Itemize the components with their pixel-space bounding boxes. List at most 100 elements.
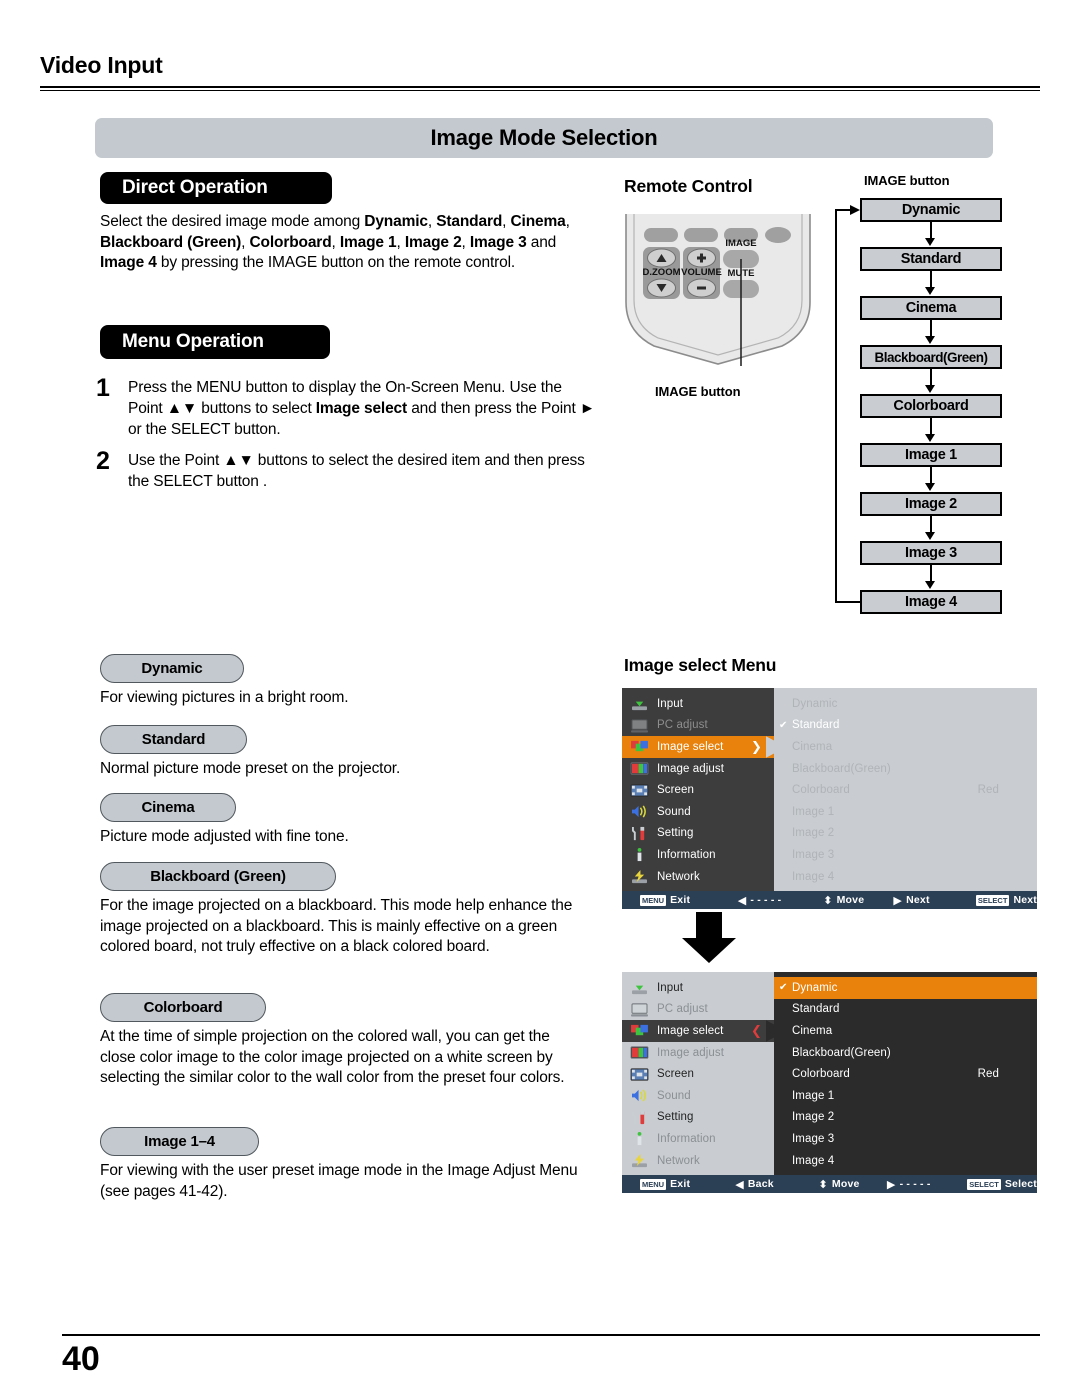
emphasis-text: Image 2 (404, 233, 462, 251)
osd-sidebar-item-pc-adjust[interactable]: PC adjust (622, 715, 774, 737)
svg-text:VOLUME: VOLUME (681, 267, 722, 278)
osd-option-label: Dynamic (792, 981, 838, 994)
osd-sidebar[interactable]: Input PC adjust Image select ❮ Image adjust S… (622, 972, 775, 1175)
osd-sidebar-chevron-icon: ❮ (751, 1023, 762, 1039)
osd-option-label: Image 2 (792, 827, 835, 840)
input-icon (632, 697, 647, 711)
osd-option-blackboard-green[interactable]: Blackboard(Green) (774, 758, 1037, 780)
osd-item-panel[interactable]: Dynamic ✔ Standard Cinema Blackboard(Green) C… (774, 688, 1037, 891)
icon-wrap (630, 1023, 649, 1038)
step-number: 1 (96, 374, 110, 402)
osd-sidebar-label: PC adjust (657, 719, 708, 732)
emphasis-text: Colorboard (249, 233, 332, 251)
icon-wrap (630, 718, 649, 733)
statusbar-cell-exit: MENU Exit (622, 1178, 735, 1190)
osd-sidebar-chevron-icon: ❯ (751, 739, 762, 755)
osd-sidebar-item-image-adjust[interactable]: Image adjust (622, 758, 774, 780)
osd-menu-expanded[interactable]: Input PC adjust Image select ❮ Image adjust S… (622, 972, 1037, 1193)
osd-option-label: Image 3 (792, 1132, 835, 1145)
osd-sidebar-label: Setting (657, 827, 694, 840)
osd-sidebar-item-image-select[interactable]: Image select ❮ (622, 1020, 775, 1042)
footer-rule (62, 1334, 1040, 1336)
osd-sidebar-item-pc-adjust[interactable]: PC adjust (622, 999, 774, 1021)
osd-sidebar-item-sound[interactable]: Sound (622, 801, 774, 823)
mode-description: Picture mode adjusted with fine tone. (100, 828, 349, 845)
statusbar-cell-dash: ▶ - - - - - (887, 1178, 967, 1191)
osd-sidebar-item-information[interactable]: Information (622, 844, 774, 866)
statusbar-label: Move (831, 1178, 860, 1190)
osd-option-image-4[interactable]: Image 4 (774, 866, 1037, 888)
image-select-icon (631, 741, 648, 752)
icon-wrap (630, 1131, 649, 1146)
osd-menu-collapsed[interactable]: Input PC adjust Image select ❯ Image adjust S… (622, 688, 1037, 909)
statusbar-label: Exit (670, 894, 691, 906)
osd-sidebar-label: Input (657, 697, 684, 710)
mode-label-blackboard-green: Blackboard (Green) (100, 862, 336, 891)
osd-option-label: Cinema (792, 1024, 833, 1037)
osd-option-colorboard[interactable]: Colorboard Red (774, 779, 1037, 801)
osd-sidebar-item-image-adjust[interactable]: Image adjust (622, 1042, 774, 1064)
osd-sidebar-item-information[interactable]: Information (622, 1128, 774, 1150)
osd-sidebar-item-setting[interactable]: Setting (622, 1107, 774, 1129)
osd-option-image-3[interactable]: Image 3 (774, 844, 1037, 866)
direct-operation-heading: Direct Operation (100, 172, 332, 204)
osd-sidebar-item-screen[interactable]: Screen (622, 779, 774, 801)
statusbar-cell-move: ⬍ Move (823, 894, 893, 907)
osd-sidebar-label: Image select (657, 740, 724, 753)
plain-text: , (565, 213, 570, 230)
osd-option-label: Image 4 (792, 1154, 835, 1167)
remote-callout-label: IMAGE button (655, 384, 741, 399)
osd-option-image-1[interactable]: Image 1 (774, 1085, 1037, 1107)
osd-option-standard[interactable]: ✔ Standard (774, 715, 1037, 737)
screen-icon (630, 1068, 649, 1081)
osd-option-image-2[interactable]: Image 2 (774, 1107, 1037, 1129)
osd-sidebar-item-network[interactable]: Network (622, 866, 774, 888)
osd-option-image-2[interactable]: Image 2 (774, 823, 1037, 845)
page-number: 40 (62, 1340, 100, 1378)
osd-sidebar-item-image-select[interactable]: Image select ❯ (622, 736, 775, 758)
osd-option-label: Colorboard (792, 784, 850, 797)
osd-option-value: Red (977, 1068, 999, 1081)
mode-description: Normal picture mode preset on the projec… (100, 760, 401, 777)
osd-sidebar-item-input[interactable]: Input (622, 693, 774, 715)
menu-operation-heading: Menu Operation (100, 325, 330, 359)
statusbar-label: Exit (670, 1178, 691, 1190)
statusbar-label: Next (906, 894, 930, 906)
osd-option-standard[interactable]: Standard (774, 999, 1037, 1021)
osd-option-cinema[interactable]: Cinema (774, 1020, 1037, 1042)
screen-icon (630, 784, 649, 797)
osd-sidebar-item-input[interactable]: Input (622, 977, 774, 999)
osd-option-image-3[interactable]: Image 3 (774, 1128, 1037, 1150)
network-icon (632, 1153, 647, 1168)
image-select-icon (631, 1025, 648, 1036)
mode-label-dynamic: Dynamic (100, 654, 244, 683)
osd-option-dynamic[interactable]: ✔ Dynamic (774, 977, 1037, 999)
osd-option-label: Cinema (792, 740, 833, 753)
osd-option-blackboard-green[interactable]: Blackboard(Green) (774, 1042, 1037, 1064)
osd-option-image-4[interactable]: Image 4 (774, 1150, 1037, 1172)
icon-wrap (630, 1153, 649, 1168)
emphasis-text: Standard (436, 213, 503, 230)
mode-label-standard: Standard (100, 725, 247, 754)
emphasis-text: Dynamic (364, 213, 428, 230)
osd-option-dynamic[interactable]: Dynamic (774, 693, 1037, 715)
osd-sidebar-item-network[interactable]: Network (622, 1150, 774, 1172)
mode-label-colorboard: Colorboard (100, 993, 266, 1022)
header-rule-thin (40, 90, 1040, 91)
statusbar-cell-select: SELECT Select (967, 1178, 1037, 1190)
osd-option-image-1[interactable]: Image 1 (774, 801, 1037, 823)
plain-text: and (526, 233, 557, 251)
osd-sidebar-item-setting[interactable]: Setting (622, 823, 774, 845)
statusbar-label: Back (747, 1178, 774, 1190)
osd-sidebar-label: Information (657, 848, 716, 861)
osd-sidebar-label: Input (657, 981, 684, 994)
osd-option-label: Standard (792, 719, 840, 732)
osd-option-colorboard[interactable]: Colorboard Red (774, 1063, 1037, 1085)
osd-item-panel[interactable]: ✔ Dynamic Standard Cinema Blackboard(Green) C… (774, 972, 1037, 1175)
osd-sidebar[interactable]: Input PC adjust Image select ❯ Image adjust S… (622, 688, 775, 891)
osd-option-cinema[interactable]: Cinema (774, 736, 1037, 758)
osd-sidebar-label: Sound (657, 805, 691, 818)
osd-sidebar-item-sound[interactable]: Sound (622, 1085, 774, 1107)
flow-caption-label: IMAGE button (864, 173, 950, 188)
osd-sidebar-item-screen[interactable]: Screen (622, 1063, 774, 1085)
